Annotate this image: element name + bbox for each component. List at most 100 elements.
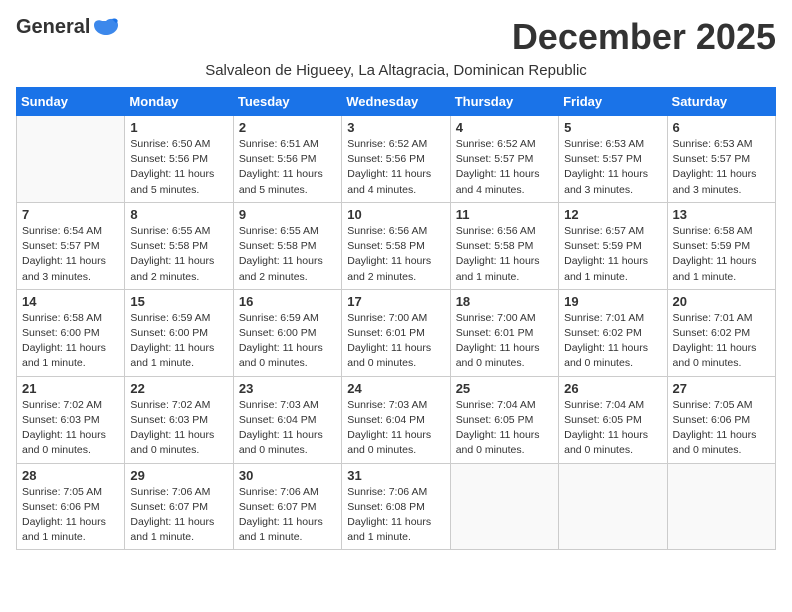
table-row: 8 Sunrise: 6:55 AM Sunset: 5:58 PM Daylig… (125, 202, 233, 289)
col-friday: Friday (559, 88, 667, 116)
day-info: Sunrise: 7:03 AM Sunset: 6:04 PM Dayligh… (347, 398, 444, 459)
day-number: 1 (130, 120, 227, 135)
day-number: 14 (22, 294, 119, 309)
day-number: 24 (347, 381, 444, 396)
day-number: 2 (239, 120, 336, 135)
day-number: 9 (239, 207, 336, 222)
calendar-subtitle: Salvaleon de Higueey, La Altagracia, Dom… (16, 62, 776, 79)
col-monday: Monday (125, 88, 233, 116)
day-number: 17 (347, 294, 444, 309)
table-row (17, 116, 125, 203)
day-info: Sunrise: 7:01 AM Sunset: 6:02 PM Dayligh… (673, 311, 770, 372)
day-number: 11 (456, 207, 553, 222)
table-row: 7 Sunrise: 6:54 AM Sunset: 5:57 PM Daylig… (17, 202, 125, 289)
day-info: Sunrise: 7:06 AM Sunset: 6:08 PM Dayligh… (347, 485, 444, 546)
day-info: Sunrise: 7:05 AM Sunset: 6:06 PM Dayligh… (22, 485, 119, 546)
day-number: 25 (456, 381, 553, 396)
day-number: 3 (347, 120, 444, 135)
table-row: 3 Sunrise: 6:52 AM Sunset: 5:56 PM Daylig… (342, 116, 450, 203)
day-number: 7 (22, 207, 119, 222)
col-saturday: Saturday (667, 88, 775, 116)
table-row: 27Sunrise: 7:05 AM Sunset: 6:06 PM Dayli… (667, 376, 775, 463)
table-row: 15Sunrise: 6:59 AM Sunset: 6:00 PM Dayli… (125, 289, 233, 376)
day-info: Sunrise: 6:52 AM Sunset: 5:56 PM Dayligh… (347, 137, 444, 198)
day-number: 29 (130, 468, 227, 483)
day-number: 27 (673, 381, 770, 396)
table-row: 28 Sunrise: 7:05 AM Sunset: 6:06 PM Dayli… (17, 463, 125, 550)
table-row: 11 Sunrise: 6:56 AM Sunset: 5:58 PM Dayli… (450, 202, 558, 289)
day-info: Sunrise: 7:06 AM Sunset: 6:07 PM Dayligh… (239, 485, 336, 546)
col-tuesday: Tuesday (233, 88, 341, 116)
day-info: Sunrise: 6:52 AM Sunset: 5:57 PM Dayligh… (456, 137, 553, 198)
table-row: 4 Sunrise: 6:52 AM Sunset: 5:57 PM Daylig… (450, 116, 558, 203)
table-row: 2 Sunrise: 6:51 AM Sunset: 5:56 PM Daylig… (233, 116, 341, 203)
day-info: Sunrise: 6:59 AM Sunset: 6:00 PM Dayligh… (239, 311, 336, 372)
day-number: 23 (239, 381, 336, 396)
day-number: 30 (239, 468, 336, 483)
day-number: 21 (22, 381, 119, 396)
day-info: Sunrise: 7:00 AM Sunset: 6:01 PM Dayligh… (456, 311, 553, 372)
day-number: 12 (564, 207, 661, 222)
table-row: 12 Sunrise: 6:57 AM Sunset: 5:59 PM Dayli… (559, 202, 667, 289)
table-row (559, 463, 667, 550)
day-info: Sunrise: 7:04 AM Sunset: 6:05 PM Dayligh… (456, 398, 553, 459)
day-number: 13 (673, 207, 770, 222)
day-number: 10 (347, 207, 444, 222)
day-info: Sunrise: 6:51 AM Sunset: 5:56 PM Dayligh… (239, 137, 336, 198)
page-header: General December 2025 (16, 16, 776, 58)
col-sunday: Sunday (17, 88, 125, 116)
week-row-2: 7 Sunrise: 6:54 AM Sunset: 5:57 PM Daylig… (17, 202, 776, 289)
week-row-1: 1 Sunrise: 6:50 AM Sunset: 5:56 PM Daylig… (17, 116, 776, 203)
table-row: 17 Sunrise: 7:00 AM Sunset: 6:01 PM Dayli… (342, 289, 450, 376)
day-info: Sunrise: 6:58 AM Sunset: 5:59 PM Dayligh… (673, 224, 770, 285)
day-info: Sunrise: 6:50 AM Sunset: 5:56 PM Dayligh… (130, 137, 227, 198)
day-info: Sunrise: 6:58 AM Sunset: 6:00 PM Dayligh… (22, 311, 119, 372)
table-row: 31 Sunrise: 7:06 AM Sunset: 6:08 PM Dayli… (342, 463, 450, 550)
table-row: 23Sunrise: 7:03 AM Sunset: 6:04 PM Dayli… (233, 376, 341, 463)
table-row: 29Sunrise: 7:06 AM Sunset: 6:07 PM Dayli… (125, 463, 233, 550)
table-row: 14 Sunrise: 6:58 AM Sunset: 6:00 PM Dayli… (17, 289, 125, 376)
month-title: December 2025 (512, 16, 776, 58)
logo-general: General (16, 16, 90, 39)
calendar-table: Sunday Monday Tuesday Wednesday Thursday… (16, 87, 776, 550)
day-number: 22 (130, 381, 227, 396)
day-info: Sunrise: 6:56 AM Sunset: 5:58 PM Dayligh… (456, 224, 553, 285)
day-number: 31 (347, 468, 444, 483)
day-info: Sunrise: 6:56 AM Sunset: 5:58 PM Dayligh… (347, 224, 444, 285)
day-info: Sunrise: 6:59 AM Sunset: 6:00 PM Dayligh… (130, 311, 227, 372)
col-thursday: Thursday (450, 88, 558, 116)
table-row (450, 463, 558, 550)
day-info: Sunrise: 6:54 AM Sunset: 5:57 PM Dayligh… (22, 224, 119, 285)
day-number: 5 (564, 120, 661, 135)
col-wednesday: Wednesday (342, 88, 450, 116)
table-row: 5Sunrise: 6:53 AM Sunset: 5:57 PM Daylig… (559, 116, 667, 203)
day-number: 8 (130, 207, 227, 222)
day-number: 16 (239, 294, 336, 309)
day-number: 4 (456, 120, 553, 135)
table-row: 22Sunrise: 7:02 AM Sunset: 6:03 PM Dayli… (125, 376, 233, 463)
day-info: Sunrise: 6:55 AM Sunset: 5:58 PM Dayligh… (130, 224, 227, 285)
table-row: 20 Sunrise: 7:01 AM Sunset: 6:02 PM Dayli… (667, 289, 775, 376)
day-number: 28 (22, 468, 119, 483)
table-row: 10 Sunrise: 6:56 AM Sunset: 5:58 PM Dayli… (342, 202, 450, 289)
table-row: 26Sunrise: 7:04 AM Sunset: 6:05 PM Dayli… (559, 376, 667, 463)
table-row: 1 Sunrise: 6:50 AM Sunset: 5:56 PM Daylig… (125, 116, 233, 203)
day-number: 20 (673, 294, 770, 309)
logo: General (16, 16, 120, 35)
table-row: 6Sunrise: 6:53 AM Sunset: 5:57 PM Daylig… (667, 116, 775, 203)
table-row: 30 Sunrise: 7:06 AM Sunset: 6:07 PM Dayli… (233, 463, 341, 550)
table-row: 21 Sunrise: 7:02 AM Sunset: 6:03 PM Dayli… (17, 376, 125, 463)
day-info: Sunrise: 6:57 AM Sunset: 5:59 PM Dayligh… (564, 224, 661, 285)
day-info: Sunrise: 7:02 AM Sunset: 6:03 PM Dayligh… (22, 398, 119, 459)
day-info: Sunrise: 7:00 AM Sunset: 6:01 PM Dayligh… (347, 311, 444, 372)
week-row-5: 28 Sunrise: 7:05 AM Sunset: 6:06 PM Dayli… (17, 463, 776, 550)
day-number: 18 (456, 294, 553, 309)
table-row: 25 Sunrise: 7:04 AM Sunset: 6:05 PM Dayli… (450, 376, 558, 463)
table-row: 9 Sunrise: 6:55 AM Sunset: 5:58 PM Daylig… (233, 202, 341, 289)
week-row-4: 21 Sunrise: 7:02 AM Sunset: 6:03 PM Dayli… (17, 376, 776, 463)
table-row (667, 463, 775, 550)
day-info: Sunrise: 6:55 AM Sunset: 5:58 PM Dayligh… (239, 224, 336, 285)
day-number: 19 (564, 294, 661, 309)
table-row: 19Sunrise: 7:01 AM Sunset: 6:02 PM Dayli… (559, 289, 667, 376)
day-info: Sunrise: 7:04 AM Sunset: 6:05 PM Dayligh… (564, 398, 661, 459)
